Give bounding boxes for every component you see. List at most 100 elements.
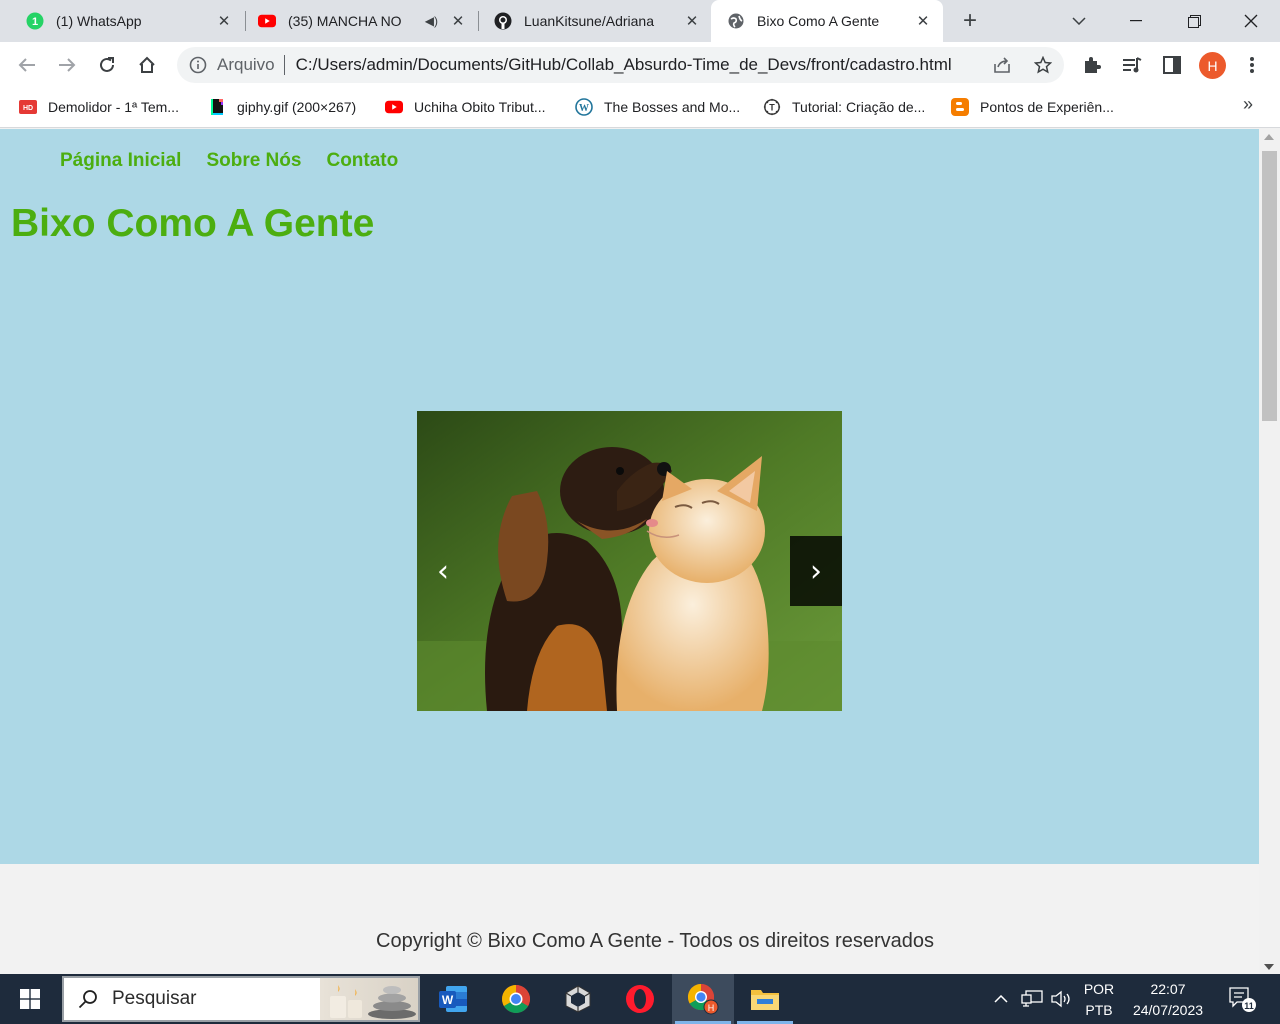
home-button[interactable] xyxy=(133,51,161,79)
windows-logo-icon xyxy=(20,989,40,1009)
start-button[interactable] xyxy=(0,974,60,1024)
wordpress-icon: W xyxy=(575,98,593,116)
side-panel-icon[interactable] xyxy=(1161,54,1183,76)
close-icon[interactable]: ✕ xyxy=(682,11,702,31)
chrome-profile-icon: H xyxy=(687,983,719,1015)
site-footer: Copyright © Bixo Como A Gente - Todos os… xyxy=(0,864,1259,974)
t-icon: T xyxy=(763,98,781,116)
svg-text:H: H xyxy=(708,1003,715,1013)
bookmark-tutorial[interactable]: T Tutorial: Criação de... xyxy=(763,97,925,117)
tab-whatsapp[interactable]: 1 (1) WhatsApp ✕ xyxy=(26,0,234,42)
bookmark-demolidor[interactable]: HD Demolidor - 1ª Tem... xyxy=(19,97,179,117)
bookmark-label: Demolidor - 1ª Tem... xyxy=(48,99,179,115)
carousel-next-button[interactable]: › xyxy=(790,536,842,606)
back-button[interactable] xyxy=(13,51,41,79)
hd-icon: HD xyxy=(19,98,37,116)
restore-icon xyxy=(1187,14,1201,28)
puppy-and-kitten-photo xyxy=(417,411,842,711)
taskbar-chrome[interactable] xyxy=(485,974,547,1024)
scroll-up-arrow-icon[interactable] xyxy=(1264,134,1274,140)
search-highlight-image xyxy=(320,978,418,1020)
globe-icon xyxy=(727,12,745,30)
nav-link-pagina-inicial[interactable]: Página Inicial xyxy=(60,150,181,172)
tab-search-button[interactable] xyxy=(1050,0,1108,42)
tab-title: (1) WhatsApp xyxy=(56,13,142,29)
close-icon[interactable]: ✕ xyxy=(448,11,468,31)
page-scrollbar[interactable] xyxy=(1259,129,1280,974)
taskbar-chrome-profile[interactable]: H xyxy=(672,974,734,1024)
bookmark-label: giphy.gif (200×267) xyxy=(237,99,357,115)
keyboard-layout-code: PTB xyxy=(1085,1002,1113,1018)
taskbar-file-explorer[interactable] xyxy=(734,974,796,1024)
browser-toolbar: Arquivo C:/Users/admin/Documents/GitHub/… xyxy=(0,42,1280,88)
tab-github[interactable]: LuanKitsune/Adriana ✕ xyxy=(494,0,702,42)
speaker-icon[interactable]: ◀) xyxy=(425,14,438,28)
youtube-icon xyxy=(385,98,403,116)
windows-taskbar: Pesquisar W H POR PTB 22:07 24/07/2023 1… xyxy=(0,974,1280,1024)
restore-button[interactable] xyxy=(1165,0,1223,42)
search-icon xyxy=(77,988,99,1010)
minimize-button[interactable] xyxy=(1107,0,1165,42)
taskbar-opera[interactable] xyxy=(609,974,671,1024)
address-bar[interactable]: Arquivo C:/Users/admin/Documents/GitHub/… xyxy=(177,47,1064,83)
giphy-icon xyxy=(208,98,226,116)
carousel-prev-button[interactable]: ‹ xyxy=(417,536,469,606)
bookmark-bosses-and-mo[interactable]: W The Bosses and Mo... xyxy=(575,97,740,117)
volume-icon[interactable] xyxy=(1048,974,1074,1024)
extensions-icon[interactable] xyxy=(1081,54,1103,76)
address-divider xyxy=(283,55,285,75)
reload-button[interactable] xyxy=(93,51,121,79)
scroll-down-arrow-icon[interactable] xyxy=(1264,964,1274,970)
nav-link-contato[interactable]: Contato xyxy=(326,150,398,172)
tab-bixo-como-a-gente[interactable]: Bixo Como A Gente ✕ xyxy=(711,0,943,42)
input-language-indicator[interactable]: POR PTB xyxy=(1080,979,1118,1021)
notification-center-button[interactable]: 11 xyxy=(1222,974,1262,1024)
new-tab-button[interactable]: + xyxy=(956,9,984,33)
tab-youtube[interactable]: (35) MANCHA NO ◀) ✕ xyxy=(258,0,468,42)
svg-text:11: 11 xyxy=(1244,1001,1254,1011)
bookmarks-bar: HD Demolidor - 1ª Tem... giphy.gif (200×… xyxy=(0,88,1280,128)
scroll-thumb[interactable] xyxy=(1262,151,1277,421)
page-title: Bixo Como A Gente xyxy=(11,202,375,245)
github-icon xyxy=(494,12,512,30)
system-clock[interactable]: 22:07 24/07/2023 xyxy=(1125,979,1211,1021)
media-control-icon[interactable] xyxy=(1121,54,1143,76)
bookmark-label: Tutorial: Criação de... xyxy=(792,99,926,115)
bookmark-uchiha-obito[interactable]: Uchiha Obito Tribut... xyxy=(385,97,546,117)
tab-title: (35) MANCHA NO xyxy=(288,13,402,29)
arrow-left-icon xyxy=(18,58,35,72)
share-icon[interactable] xyxy=(992,55,1012,75)
taskbar-word[interactable]: W xyxy=(422,974,484,1024)
svg-text:T: T xyxy=(769,103,775,113)
more-bookmarks-button[interactable]: » xyxy=(1243,94,1253,115)
tab-title: LuanKitsune/Adriana xyxy=(524,13,654,29)
language-code: POR xyxy=(1083,981,1115,997)
bookmark-label: The Bosses and Mo... xyxy=(604,99,741,115)
chrome-icon xyxy=(502,985,530,1013)
kebab-menu-icon[interactable] xyxy=(1241,54,1263,76)
whatsapp-icon: 1 xyxy=(26,12,44,30)
svg-text:1: 1 xyxy=(32,16,38,28)
profile-avatar[interactable]: H xyxy=(1199,52,1226,79)
nav-link-sobre-nos[interactable]: Sobre Nós xyxy=(206,150,301,172)
show-hidden-icons-button[interactable] xyxy=(988,974,1014,1024)
file-scheme-label: Arquivo xyxy=(217,55,275,74)
svg-text:W: W xyxy=(442,993,454,1007)
taskbar-search[interactable]: Pesquisar xyxy=(62,976,420,1022)
chevron-up-icon xyxy=(994,995,1008,1003)
close-icon[interactable]: ✕ xyxy=(214,11,234,31)
close-icon[interactable]: ✕ xyxy=(913,11,933,31)
close-window-button[interactable] xyxy=(1222,0,1280,42)
taskbar-unity[interactable] xyxy=(547,974,609,1024)
forward-button[interactable] xyxy=(53,51,81,79)
bookmark-giphy[interactable]: giphy.gif (200×267) xyxy=(208,97,356,117)
info-icon[interactable] xyxy=(189,56,207,74)
opera-icon xyxy=(626,985,654,1013)
network-icon[interactable] xyxy=(1018,974,1046,1024)
address-url[interactable]: C:/Users/admin/Documents/GitHub/Collab_A… xyxy=(296,55,952,75)
star-icon[interactable] xyxy=(1033,55,1053,75)
svg-text:W: W xyxy=(579,103,589,114)
reload-icon xyxy=(100,57,114,72)
bookmark-pontos-de-experiencia[interactable]: Pontos de Experiên... xyxy=(951,97,1114,117)
svg-text:HD: HD xyxy=(23,105,33,112)
